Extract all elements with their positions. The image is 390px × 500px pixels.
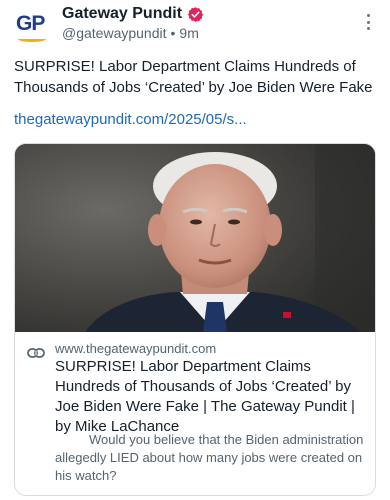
post-text: SURPRISE! Labor Department Claims Hundre… — [14, 58, 373, 96]
author-display-name[interactable]: Gateway Pundit — [62, 5, 182, 23]
post-link[interactable]: thegatewaypundit.com/2025/05/s... — [14, 109, 247, 130]
avatar-swoosh — [18, 36, 46, 42]
meta-row: @gatewaypundit • 9m — [62, 25, 199, 41]
card-description: Would you believe that the Biden adminis… — [55, 432, 364, 483]
card-image[interactable] — [15, 144, 375, 332]
avatar-logo-text: GP — [16, 12, 45, 35]
card-title[interactable]: SURPRISE! Labor Department Claims Hundre… — [55, 357, 361, 437]
post-timestamp[interactable]: 9m — [179, 25, 198, 41]
name-row: Gateway Pundit — [62, 5, 204, 23]
social-post: GP Gateway Pundit @gatewaypundit • 9m SU… — [0, 0, 390, 500]
post-header: GP Gateway Pundit @gatewaypundit • 9m — [14, 2, 376, 46]
portrait-photo — [15, 144, 375, 332]
more-dot — [366, 14, 370, 17]
more-dot — [366, 20, 370, 24]
avatar[interactable]: GP — [14, 6, 52, 44]
verified-badge-icon — [187, 6, 204, 23]
card-domain: www.thegatewaypundit.com — [55, 341, 217, 356]
more-vertical-icon[interactable] — [360, 12, 376, 32]
link-preview-card[interactable]: www.thegatewaypundit.com SURPRISE! Labor… — [14, 143, 376, 496]
more-dot — [366, 27, 370, 30]
separator-dot: • — [170, 25, 176, 41]
card-body: www.thegatewaypundit.com SURPRISE! Labor… — [15, 333, 375, 495]
author-handle[interactable]: @gatewaypundit — [62, 25, 167, 41]
link-icon — [27, 345, 45, 358]
